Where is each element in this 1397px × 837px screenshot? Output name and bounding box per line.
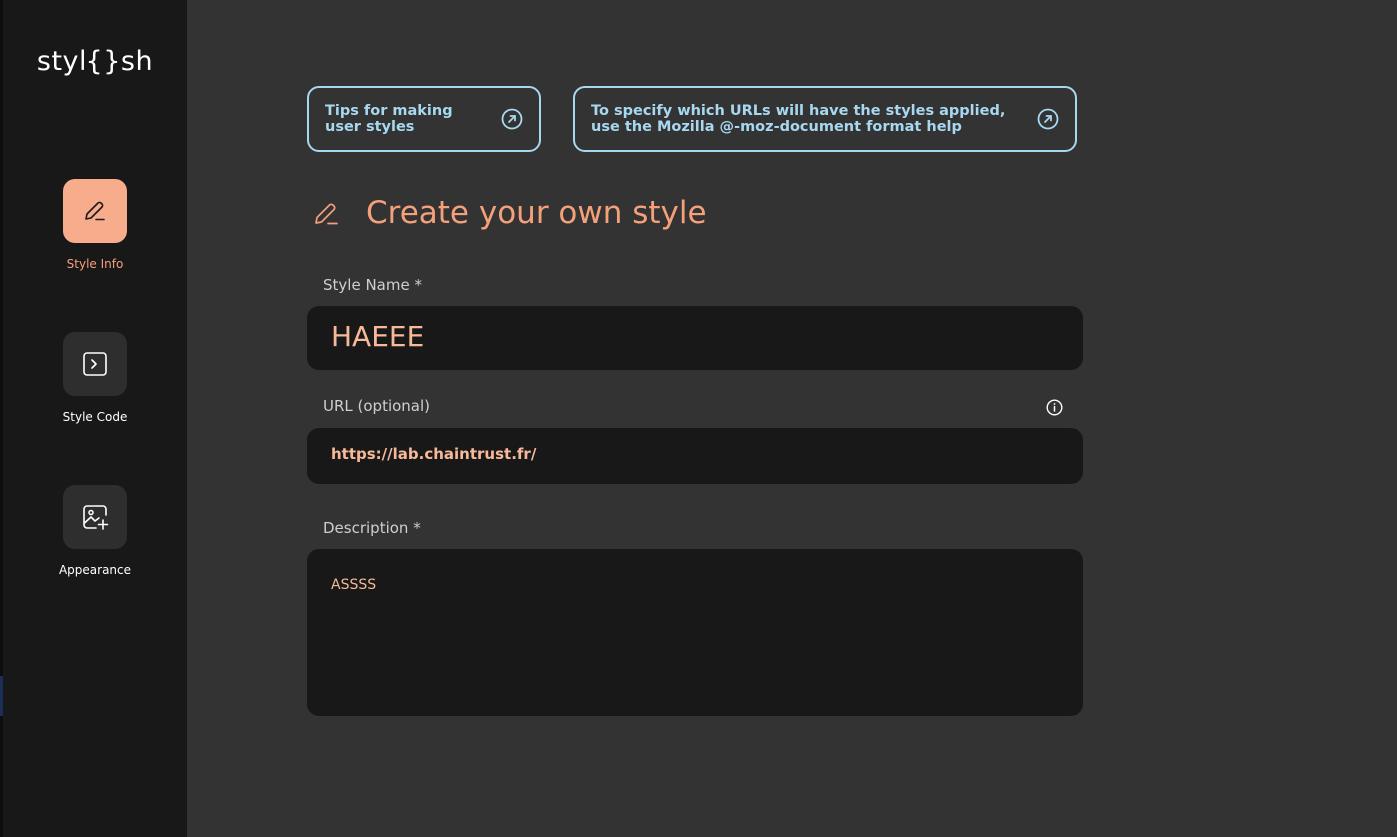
sidebar-item-style-code[interactable]: Style Code bbox=[3, 332, 187, 424]
external-link-icon bbox=[501, 108, 523, 130]
edit-icon bbox=[315, 203, 338, 225]
style-name-input[interactable]: HAEEE bbox=[307, 306, 1083, 370]
tip-line: Tips for making bbox=[325, 103, 453, 119]
tip-line: user styles bbox=[325, 119, 415, 135]
description-textarea[interactable]: ASSSS bbox=[307, 549, 1083, 716]
edit-icon bbox=[85, 201, 105, 221]
url-label: URL (optional) bbox=[323, 397, 431, 415]
style-name-label: Style Name * bbox=[323, 276, 422, 294]
page-heading: Create your own style bbox=[312, 195, 707, 231]
style-code-icon-button[interactable] bbox=[63, 332, 127, 396]
image-add-icon bbox=[83, 505, 109, 530]
description-label: Description * bbox=[323, 519, 421, 537]
info-icon[interactable] bbox=[1046, 399, 1063, 416]
tip-line: To specify which URLs will have the styl… bbox=[591, 103, 1006, 119]
sidebar-item-label: Appearance bbox=[58, 563, 132, 577]
code-icon bbox=[83, 352, 107, 376]
tip-line: use the Mozilla @-moz-document format he… bbox=[591, 119, 962, 135]
moz-document-help-button[interactable]: To specify which URLs will have the styl… bbox=[573, 86, 1077, 152]
sidebar: styl{}sh Style Info Style Code Appearanc… bbox=[3, 0, 187, 837]
style-info-icon-button[interactable] bbox=[63, 179, 127, 243]
external-link-icon bbox=[1037, 108, 1059, 130]
moz-document-help-label: To specify which URLs will have the styl… bbox=[591, 103, 1025, 135]
sidebar-item-style-info[interactable]: Style Info bbox=[3, 179, 187, 271]
app-window: styl{}sh Style Info Style Code Appearanc… bbox=[0, 0, 1397, 837]
appearance-icon-button[interactable] bbox=[63, 485, 127, 549]
url-input[interactable]: https://lab.chaintrust.fr/ bbox=[307, 428, 1083, 484]
sidebar-item-label: Style Info bbox=[66, 257, 124, 271]
sidebar-item-label: Style Code bbox=[62, 410, 128, 424]
sidebar-item-appearance[interactable]: Appearance bbox=[3, 485, 187, 577]
page-title: Create your own style bbox=[366, 195, 707, 231]
app-logo: styl{}sh bbox=[36, 46, 154, 77]
tips-user-styles-button[interactable]: Tips for making user styles bbox=[307, 86, 541, 152]
tips-user-styles-label: Tips for making user styles bbox=[325, 103, 489, 135]
